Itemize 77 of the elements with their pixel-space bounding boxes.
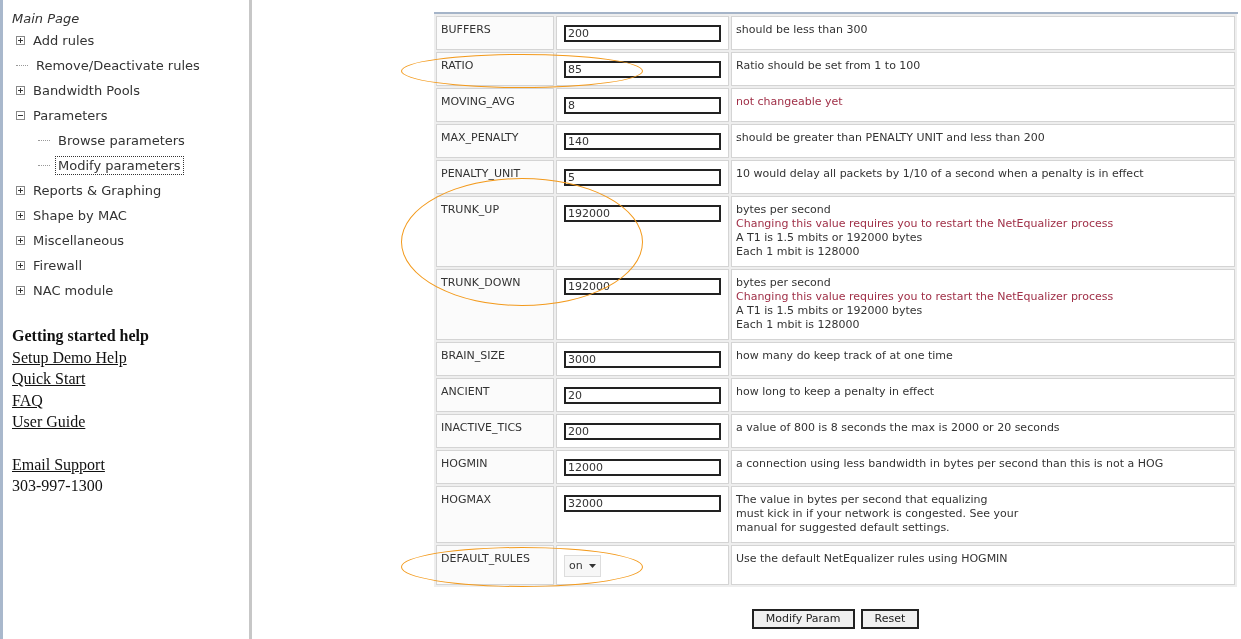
expand-icon[interactable]: [16, 236, 25, 245]
help-link[interactable]: Setup Demo Help: [12, 346, 127, 368]
description-text: bytes per second: [736, 203, 831, 217]
description-text: The value in bytes per second that equalizing: [736, 493, 988, 507]
email-support-link[interactable]: Email Support: [12, 453, 105, 475]
text-field[interactable]: 192000: [564, 278, 721, 295]
collapse-icon[interactable]: [16, 111, 25, 120]
dropdown[interactable]: on: [564, 555, 601, 577]
description-text: should be less than 300: [736, 23, 868, 37]
form-button[interactable]: Modify Param: [751, 609, 855, 629]
tree-item[interactable]: Reports & Graphing: [31, 182, 164, 199]
parameter-name: TRUNK_UP: [441, 203, 500, 217]
text-field[interactable]: 12000: [564, 459, 721, 476]
parameter-name: MOVING_AVG: [441, 95, 515, 109]
parameter-name: TRUNK_DOWN: [441, 276, 521, 290]
tree-item[interactable]: Shape by MAC: [31, 207, 129, 224]
description-text: a connection using less bandwidth in bytes per second than this is not a HOG: [736, 457, 1164, 471]
text-field[interactable]: 3000: [564, 351, 721, 368]
expand-icon[interactable]: [16, 186, 25, 195]
tree-item[interactable]: Browse parameters: [56, 132, 187, 149]
tree-item[interactable]: Firewall: [31, 257, 85, 274]
tree-item[interactable]: Add rules: [31, 32, 97, 49]
expand-icon[interactable]: [16, 86, 25, 95]
description-text: Ratio should be set from 1 to 100: [736, 59, 921, 73]
parameter-name: RATIO: [441, 59, 474, 73]
text-field[interactable]: 200: [564, 423, 721, 440]
description-text: a value of 800 is 8 seconds the max is 2000 or 20 seconds: [736, 421, 1060, 435]
text-field[interactable]: 32000: [564, 495, 721, 512]
parameter-name: ANCIENT: [441, 385, 490, 399]
description-text: how many do keep track of at one time: [736, 349, 953, 363]
text-field[interactable]: 200: [564, 25, 721, 42]
warning-text: Changing this value requires you to restart the NetEqualizer process: [736, 290, 1114, 304]
tree-item[interactable]: Miscellaneous: [31, 232, 127, 249]
caret-icon: [588, 564, 596, 568]
expand-icon[interactable]: [16, 286, 25, 295]
warning-text: Changing this value requires you to restart the NetEqualizer process: [736, 217, 1114, 231]
parameter-name: DEFAULT_RULES: [441, 552, 530, 566]
tree-item[interactable]: Modify parameters: [56, 157, 183, 174]
text-field[interactable]: 192000: [564, 205, 721, 222]
parameter-name: MAX_PENALTY: [441, 131, 519, 145]
expand-icon[interactable]: [16, 36, 25, 45]
description-text: 10 would delay all packets by 1/10 of a second when a penalty is in effect: [736, 167, 1144, 181]
parameter-name: PENALTY_UNIT: [441, 167, 521, 181]
tree-item[interactable]: Remove/Deactivate rules: [34, 57, 202, 74]
help-heading: Getting started help: [12, 326, 150, 347]
help-link[interactable]: User Guide: [12, 411, 86, 433]
parameter-name: BUFFERS: [441, 23, 491, 37]
help-link[interactable]: FAQ: [12, 389, 43, 411]
parameter-name: HOGMAX: [441, 493, 491, 507]
text-field[interactable]: 5: [564, 169, 721, 186]
description-text: A T1 is 1.5 mbits or 192000 bytes: [736, 231, 923, 245]
description-text: Use the default NetEqualizer rules using HOGMIN: [736, 552, 1008, 566]
parameter-name: INACTIVE_TICS: [441, 421, 523, 435]
warning-text: not changeable yet: [736, 95, 843, 109]
expand-icon[interactable]: [16, 211, 25, 220]
tree-item[interactable]: Parameters: [31, 107, 110, 124]
text-field[interactable]: 20: [564, 387, 721, 404]
tree-item[interactable]: NAC module: [31, 282, 116, 299]
parameter-name: BRAIN_SIZE: [441, 349, 505, 363]
description-text: manual for suggested default settings.: [736, 521, 950, 535]
description-text: bytes per second: [736, 276, 831, 290]
text-field[interactable]: 85: [564, 61, 721, 78]
form-button[interactable]: Reset: [860, 609, 920, 629]
parameter-name: HOGMIN: [441, 457, 488, 471]
description-text: Each 1 mbit is 128000: [736, 318, 860, 332]
expand-icon[interactable]: [16, 261, 25, 270]
page-title-link[interactable]: Main Page: [12, 10, 249, 28]
help-link[interactable]: Quick Start: [12, 368, 86, 390]
text-field[interactable]: 8: [564, 97, 721, 114]
phone-number: 303-997-1300: [12, 476, 103, 496]
description-text: how long to keep a penalty in effect: [736, 385, 935, 399]
description-text: must kick in if your network is congested. See your: [736, 507, 1019, 521]
tree-item[interactable]: Bandwidth Pools: [31, 82, 142, 99]
description-text: should be greater than PENALTY UNIT and less than 200: [736, 131, 1045, 145]
description-text: A T1 is 1.5 mbits or 192000 bytes: [736, 304, 923, 318]
text-field[interactable]: 140: [564, 133, 721, 150]
description-text: Each 1 mbit is 128000: [736, 245, 860, 259]
